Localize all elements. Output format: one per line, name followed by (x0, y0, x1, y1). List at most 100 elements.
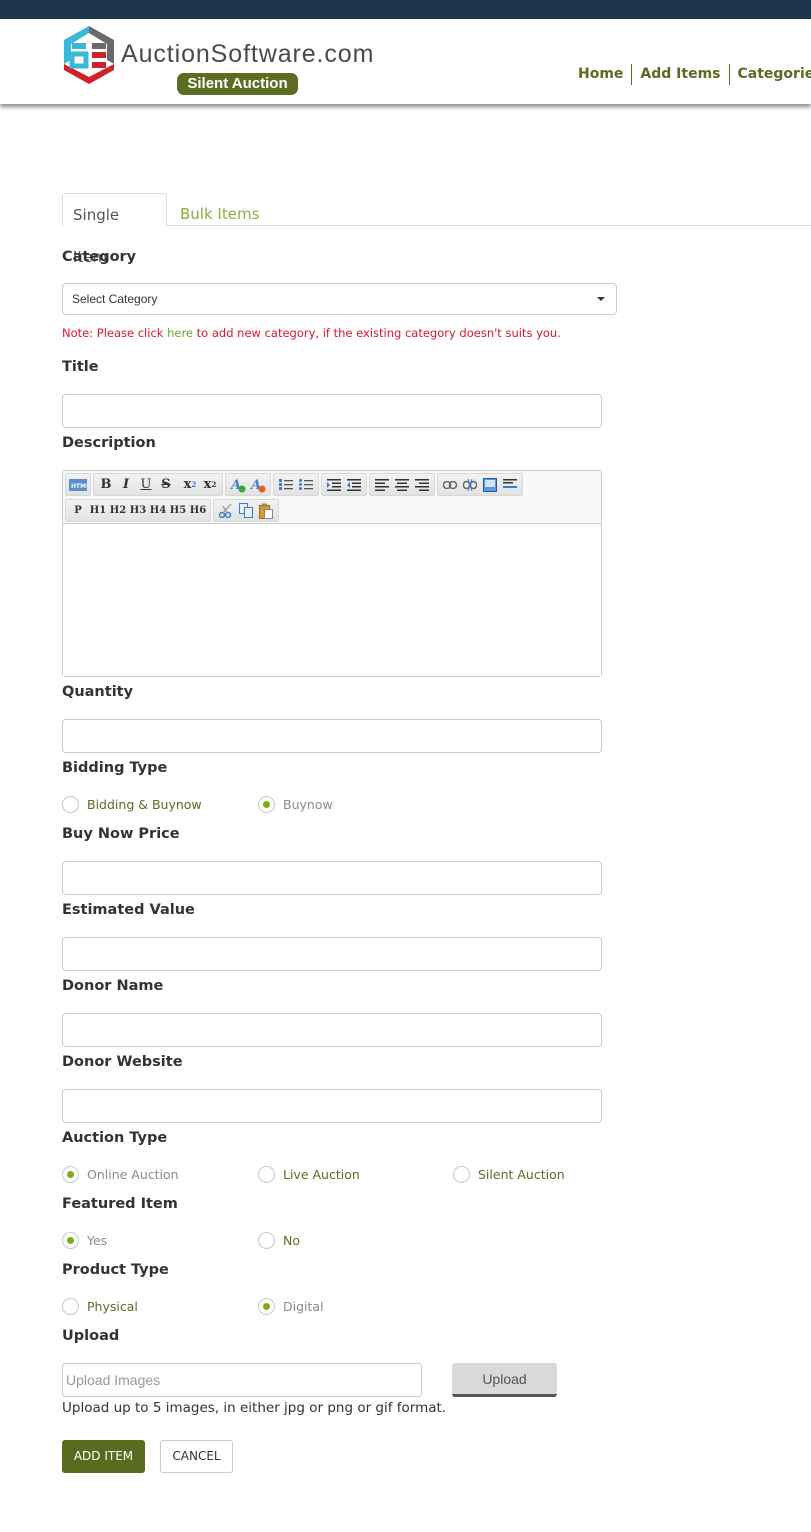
upload-help-text: Upload up to 5 images, in either jpg or … (62, 1400, 447, 1416)
nav-categories[interactable]: Categories (728, 64, 811, 85)
radio-online-auction[interactable]: Online Auction (62, 1166, 179, 1183)
category-select[interactable]: Select Category (62, 283, 617, 315)
radio-bidding-buynow[interactable]: Bidding & Buynow (62, 796, 202, 813)
heading2-button[interactable]: H2 (108, 501, 128, 521)
copy-icon[interactable] (236, 501, 256, 521)
outdent-icon[interactable] (344, 475, 364, 495)
strikethrough-icon[interactable]: S (156, 475, 176, 495)
bidding-type-label: Bidding Type (62, 760, 168, 776)
auction-type-group: Online Auction Live Auction Silent Aucti… (62, 1166, 622, 1186)
add-category-link[interactable]: here (167, 326, 193, 340)
paste-icon[interactable] (256, 501, 276, 521)
radio-circle[interactable] (258, 796, 275, 813)
description-textarea[interactable] (63, 525, 601, 676)
estimated-value-label: Estimated Value (62, 902, 195, 918)
remove-format-icon[interactable]: A (248, 475, 268, 495)
heading6-button[interactable]: H6 (188, 501, 208, 521)
radio-label: Physical (87, 1299, 138, 1314)
featured-item-label: Featured Item (62, 1196, 178, 1212)
radio-circle[interactable] (62, 1298, 79, 1315)
radio-circle[interactable] (453, 1166, 470, 1183)
subscript-icon[interactable]: x2 (180, 475, 200, 495)
unlink-icon[interactable] (460, 475, 480, 495)
radio-circle[interactable] (258, 1298, 275, 1315)
underline-icon[interactable]: U (136, 475, 156, 495)
tab-bulk-items[interactable]: Bulk Items (170, 193, 269, 226)
category-note: Note: Please click here to add new categ… (62, 326, 561, 340)
category-selected-value: Select Category (72, 292, 158, 306)
heading5-button[interactable]: H5 (168, 501, 188, 521)
unordered-list-icon[interactable] (296, 475, 316, 495)
top-bar (0, 0, 811, 19)
html-icon[interactable]: HTML (68, 475, 88, 495)
link-icon[interactable] (440, 475, 460, 495)
radio-live-auction[interactable]: Live Auction (258, 1166, 360, 1183)
heading1-button[interactable]: H1 (88, 501, 108, 521)
note-prefix: Note: Please click (62, 326, 168, 340)
add-item-button[interactable]: ADD ITEM (62, 1440, 145, 1473)
radio-circle[interactable] (62, 796, 79, 813)
radio-circle[interactable] (62, 1232, 79, 1249)
radio-featured-no[interactable]: No (258, 1232, 300, 1249)
description-editor: HTML B I U S x2 x2 A A (62, 470, 602, 677)
cut-icon[interactable] (216, 501, 236, 521)
buy-now-price-label: Buy Now Price (62, 826, 180, 842)
radio-physical[interactable]: Physical (62, 1298, 138, 1315)
auction-type-label: Auction Type (62, 1130, 168, 1146)
product-type-label: Product Type (62, 1262, 169, 1278)
upload-button[interactable]: Upload (452, 1363, 557, 1397)
radio-circle[interactable] (258, 1166, 275, 1183)
superscript-icon[interactable]: x2 (200, 475, 220, 495)
buy-now-price-input[interactable] (62, 861, 602, 895)
cancel-button[interactable]: CANCEL (160, 1440, 233, 1473)
donor-name-input[interactable] (62, 1013, 602, 1047)
product-type-group: Physical Digital (62, 1298, 622, 1318)
nav-add-items[interactable]: Add Items (631, 64, 728, 85)
site-logo[interactable]: AuctionSoftware.com Silent Auction (62, 24, 402, 95)
radio-circle[interactable] (258, 1232, 275, 1249)
title-input[interactable] (62, 394, 602, 428)
radio-label: Digital (283, 1299, 324, 1314)
donor-name-label: Donor Name (62, 978, 164, 994)
horizontal-rule-icon[interactable] (500, 475, 520, 495)
upload-label: Upload (62, 1328, 120, 1344)
italic-icon[interactable]: I (116, 475, 136, 495)
description-label: Description (62, 435, 156, 451)
radio-featured-yes[interactable]: Yes (62, 1232, 107, 1249)
heading3-button[interactable]: H3 (128, 501, 148, 521)
paragraph-button[interactable]: P (68, 501, 88, 521)
upload-images-input[interactable]: Upload Images (62, 1363, 422, 1397)
quantity-label: Quantity (62, 684, 134, 700)
donor-website-label: Donor Website (62, 1054, 183, 1070)
estimated-value-input[interactable] (62, 937, 602, 971)
align-right-icon[interactable] (412, 475, 432, 495)
font-color-icon[interactable]: A (228, 475, 248, 495)
radio-buynow[interactable]: Buynow (258, 796, 333, 813)
radio-silent-auction[interactable]: Silent Auction (453, 1166, 565, 1183)
tab-single-item[interactable]: Single Item (62, 193, 167, 266)
featured-item-group: Yes No (62, 1232, 622, 1252)
align-center-icon[interactable] (392, 475, 412, 495)
radio-label: Bidding & Buynow (87, 797, 202, 812)
donor-website-input[interactable] (62, 1089, 602, 1123)
radio-label: Online Auction (87, 1167, 179, 1182)
radio-digital[interactable]: Digital (258, 1298, 324, 1315)
quantity-input[interactable] (62, 719, 602, 753)
heading4-button[interactable]: H4 (148, 501, 168, 521)
title-label: Title (62, 359, 99, 375)
ordered-list-icon[interactable] (276, 475, 296, 495)
indent-icon[interactable] (324, 475, 344, 495)
radio-label: Live Auction (283, 1167, 360, 1182)
logo-text: AuctionSoftware.com (121, 40, 375, 68)
editor-toolbar: HTML B I U S x2 x2 A A (63, 471, 601, 524)
radio-circle[interactable] (62, 1166, 79, 1183)
radio-label: Buynow (283, 797, 333, 812)
image-icon[interactable] (480, 475, 500, 495)
chevron-down-icon (597, 297, 605, 301)
bidding-type-group: Bidding & Buynow Buynow (62, 796, 622, 816)
item-tabs: Single Item Bulk Items (62, 193, 811, 266)
radio-label: Yes (87, 1233, 108, 1248)
align-left-icon[interactable] (372, 475, 392, 495)
bold-icon[interactable]: B (96, 475, 116, 495)
nav-home[interactable]: Home (570, 64, 631, 85)
